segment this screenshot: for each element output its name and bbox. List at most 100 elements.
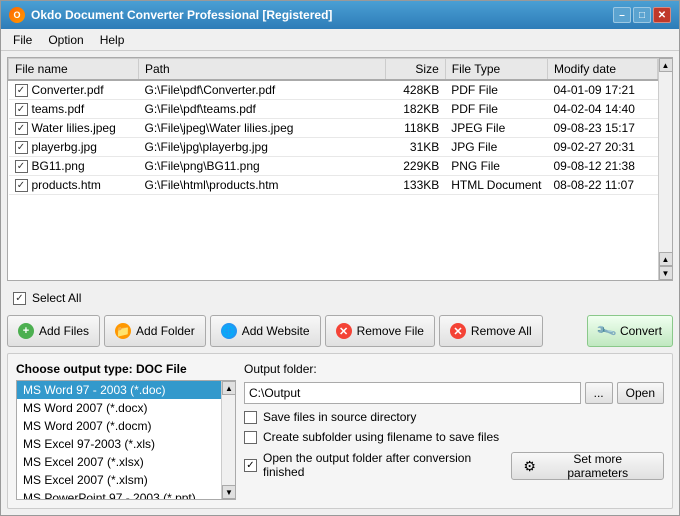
file-name-cell: BG11.png (9, 157, 139, 176)
col-header-type: File Type (445, 59, 547, 81)
add-files-icon: + (18, 323, 34, 339)
select-all-checkbox[interactable] (13, 292, 26, 305)
scroll-down-arrow-2[interactable]: ▼ (659, 266, 673, 280)
add-files-button[interactable]: + Add Files (7, 315, 100, 347)
file-table: File name Path Size File Type Modify dat… (8, 58, 658, 195)
file-path-cell: G:\File\jpeg\Water lilies.jpeg (139, 119, 386, 138)
list-item[interactable]: MS Word 2007 (*.docm) (17, 417, 221, 435)
output-folder-section: Output folder: ... Open Save files in so… (244, 362, 664, 500)
output-type-scrollbar[interactable]: ▲ ▼ (221, 381, 235, 499)
file-list-section: File name Path Size File Type Modify dat… (7, 57, 673, 281)
save-source-checkbox[interactable] (244, 411, 257, 424)
add-folder-button[interactable]: 📁 Add Folder (104, 315, 206, 347)
list-item[interactable]: MS Word 97 - 2003 (*.doc) (17, 381, 221, 399)
output-scroll-up[interactable]: ▲ (222, 381, 236, 395)
file-checkbox[interactable] (15, 179, 28, 192)
remove-file-icon: ✕ (336, 323, 352, 339)
menu-bar: File Option Help (1, 29, 679, 51)
output-scroll-down[interactable]: ▼ (222, 485, 236, 499)
file-path-cell: G:\File\pdf\teams.pdf (139, 100, 386, 119)
list-item[interactable]: MS PowerPoint 97 - 2003 (*.ppt) (17, 489, 221, 499)
file-checkbox[interactable] (15, 103, 28, 116)
convert-button[interactable]: 🔧 Convert (587, 315, 673, 347)
file-checkbox[interactable] (15, 122, 28, 135)
open-after-label: Open the output folder after conversion … (263, 451, 511, 479)
select-all-label: Select All (32, 291, 81, 305)
file-date-cell: 04-02-04 14:40 (548, 100, 658, 119)
output-type-listbox[interactable]: MS Word 97 - 2003 (*.doc)MS Word 2007 (*… (17, 381, 221, 499)
list-item[interactable]: MS Excel 2007 (*.xlsx) (17, 453, 221, 471)
output-type-label: Choose output type: DOC File (16, 362, 236, 376)
browse-button[interactable]: ... (585, 382, 613, 404)
main-content: File name Path Size File Type Modify dat… (1, 51, 679, 515)
maximize-button[interactable]: □ (633, 7, 651, 23)
create-subfolder-row: Create subfolder using filename to save … (244, 430, 664, 444)
list-item[interactable]: MS Excel 2007 (*.xlsm) (17, 471, 221, 489)
file-type-cell: PDF File (445, 80, 547, 100)
file-checkbox[interactable] (15, 160, 28, 173)
table-row[interactable]: Water lilies.jpeg G:\File\jpeg\Water lil… (9, 119, 658, 138)
table-row[interactable]: teams.pdf G:\File\pdf\teams.pdf 182KB PD… (9, 100, 658, 119)
file-type-cell: JPEG File (445, 119, 547, 138)
file-type-cell: JPG File (445, 138, 547, 157)
output-type-section: Choose output type: DOC File MS Word 97 … (16, 362, 236, 500)
minimize-button[interactable]: – (613, 7, 631, 23)
create-subfolder-checkbox[interactable] (244, 431, 257, 444)
output-type-listbox-wrapper: MS Word 97 - 2003 (*.doc)MS Word 2007 (*… (16, 380, 236, 500)
file-date-cell: 09-08-12 21:38 (548, 157, 658, 176)
file-date-cell: 09-02-27 20:31 (548, 138, 658, 157)
file-path-cell: G:\File\html\products.htm (139, 176, 386, 195)
file-name-cell: teams.pdf (9, 100, 139, 119)
menu-file[interactable]: File (5, 31, 40, 49)
list-item[interactable]: MS Word 2007 (*.docx) (17, 399, 221, 417)
menu-option[interactable]: Option (40, 31, 91, 49)
list-item[interactable]: MS Excel 97-2003 (*.xls) (17, 435, 221, 453)
file-type-cell: HTML Document (445, 176, 547, 195)
open-button[interactable]: Open (617, 382, 664, 404)
scroll-track (659, 72, 672, 252)
gear-icon: ⚙ (522, 458, 538, 474)
title-bar: O Okdo Document Converter Professional [… (1, 1, 679, 29)
file-name-cell: playerbg.jpg (9, 138, 139, 157)
output-folder-row: ... Open (244, 382, 664, 404)
file-checkbox[interactable] (15, 141, 28, 154)
remove-all-button[interactable]: ✕ Remove All (439, 315, 543, 347)
file-name-cell: Water lilies.jpeg (9, 119, 139, 138)
table-row[interactable]: playerbg.jpg G:\File\jpg\playerbg.jpg 31… (9, 138, 658, 157)
file-path-cell: G:\File\jpg\playerbg.jpg (139, 138, 386, 157)
title-buttons: – □ ✕ (613, 7, 671, 23)
file-name-cell: products.htm (9, 176, 139, 195)
open-after-checkbox[interactable] (244, 459, 257, 472)
close-button[interactable]: ✕ (653, 7, 671, 23)
convert-icon: 🔧 (594, 319, 618, 342)
col-header-name: File name (9, 59, 139, 81)
set-params-label: Set more parameters (542, 452, 653, 480)
current-type-label: DOC File (136, 362, 187, 376)
add-website-icon: 🌐 (221, 323, 237, 339)
file-name-cell: Converter.pdf (9, 80, 139, 100)
file-type-cell: PNG File (445, 157, 547, 176)
file-list-scrollbar[interactable]: ▲ ▲ ▼ (658, 58, 672, 280)
file-size-cell: 229KB (385, 157, 445, 176)
file-date-cell: 09-08-23 15:17 (548, 119, 658, 138)
output-folder-input[interactable] (244, 382, 581, 404)
output-folder-label: Output folder: (244, 362, 317, 376)
col-header-size: Size (385, 59, 445, 81)
table-row[interactable]: BG11.png G:\File\png\BG11.png 229KB PNG … (9, 157, 658, 176)
set-params-button[interactable]: ⚙ Set more parameters (511, 452, 664, 480)
table-row[interactable]: products.htm G:\File\html\products.htm 1… (9, 176, 658, 195)
scroll-up-arrow[interactable]: ▲ (659, 58, 673, 72)
main-window: O Okdo Document Converter Professional [… (0, 0, 680, 516)
save-source-label: Save files in source directory (263, 410, 416, 424)
window-title: Okdo Document Converter Professional [Re… (31, 8, 332, 22)
add-website-button[interactable]: 🌐 Add Website (210, 315, 321, 347)
bottom-section: Choose output type: DOC File MS Word 97 … (7, 353, 673, 509)
remove-file-button[interactable]: ✕ Remove File (325, 315, 435, 347)
select-all-row: Select All (7, 287, 673, 309)
output-folder-label-row: Output folder: (244, 362, 664, 376)
menu-help[interactable]: Help (92, 31, 133, 49)
table-row[interactable]: Converter.pdf G:\File\pdf\Converter.pdf … (9, 80, 658, 100)
file-checkbox[interactable] (15, 84, 28, 97)
scroll-down-arrow-1[interactable]: ▲ (659, 252, 673, 266)
file-type-cell: PDF File (445, 100, 547, 119)
